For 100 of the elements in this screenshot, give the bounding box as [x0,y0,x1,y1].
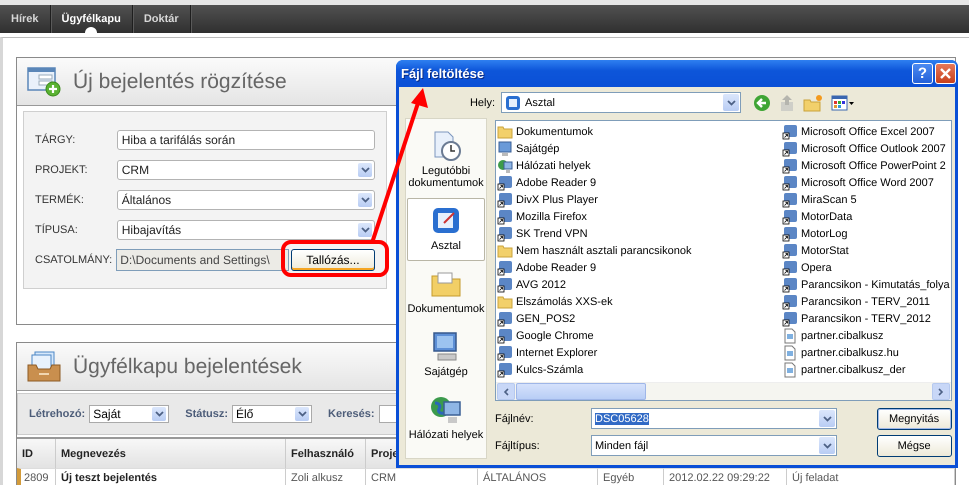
shortcut-icon [782,140,798,156]
nav-tab[interactable]: Doktár [132,5,191,33]
filetype-label: Fájltípus: [495,440,541,452]
shortcut-icon [782,260,798,276]
column-header[interactable]: ID [17,439,56,468]
filename-label: Fájlnév: [495,412,535,424]
file-name[interactable]: MotorStat [801,244,849,256]
filter-select[interactable]: Élő [232,405,312,423]
file-name[interactable]: Parancsikon - Kimutatás_folya [801,278,950,290]
file-name[interactable]: SK Trend VPN [516,228,588,240]
document-icon [782,328,798,344]
file-name[interactable]: Sajátgép [516,142,560,154]
nav-tab[interactable]: Hírek [0,5,51,33]
file-name[interactable]: Elszámolás XXS-ek [516,296,613,308]
views-icon[interactable] [831,94,855,110]
file-name[interactable]: Google Chrome [516,330,594,342]
file-name[interactable]: Hálózati helyek [516,160,591,172]
field-label: TÍPUSA: [35,224,79,236]
file-name[interactable]: Microsoft Office Excel 2007 [801,126,935,138]
file-path-field[interactable]: D:\Documents and Settings\ [116,249,289,271]
filter-select[interactable]: Saját [89,405,170,423]
close-button[interactable] [935,63,956,84]
horizontal-scrollbar[interactable] [496,382,951,400]
shortcut-icon [782,192,798,208]
panel-title: Új bejelentés rögzítése [73,70,287,94]
network-icon [497,158,513,174]
file-name[interactable]: Microsoft Office Outlook 2007 [801,142,946,154]
field-label: TÁRGY: [35,134,76,146]
select-field[interactable]: CRM [116,160,375,180]
field-label: TERMÉK: [35,194,85,206]
inbox-tray-icon [27,350,61,382]
file-name[interactable]: MotorData [801,210,852,222]
file-name[interactable]: Parancsikon - TERV_2011 [801,296,930,308]
shortcut-icon [782,124,798,140]
browse-button[interactable]: Tallózás... [290,249,375,271]
file-name[interactable]: AVG 2012 [516,278,566,290]
file-name[interactable]: Adobe Reader 9 [516,262,596,274]
table-cell: Zoli alkusz [286,468,366,485]
places-item[interactable]: Legutóbbi dokumentumok [407,123,485,198]
column-header[interactable]: Megnevezés [56,439,286,468]
file-name[interactable]: Kulcs-Számla [516,364,584,376]
open-button[interactable]: Megnyitás [876,408,952,430]
file-name[interactable]: Internet Explorer [516,346,598,358]
file-name[interactable]: DivX Plus Player [516,194,598,206]
help-button[interactable]: ? [912,63,933,84]
file-name[interactable]: MiraScan 5 [801,194,857,206]
network-icon [430,394,462,426]
file-name[interactable]: partner.cibalkusz_der [801,364,906,376]
file-name[interactable]: partner.cibalkusz [801,330,884,342]
file-name[interactable]: MotorLog [801,228,848,240]
places-item[interactable]: Asztal [407,198,485,261]
file-name[interactable]: Nem használt asztali parancsikonok [516,244,692,256]
panel-title: Ügyfélkapu bejelentések [73,354,302,378]
field-label: CSATOLMÁNY: [35,254,114,266]
location-label: Hely: [468,96,496,108]
nav-tab[interactable]: Ügyfélkapu [50,5,133,33]
places-item[interactable]: Hálózati helyek [407,387,485,450]
file-name[interactable]: GEN_POS2 [516,312,576,324]
select-field[interactable]: Általános [116,190,375,210]
file-name[interactable]: Dokumentumok [516,126,594,138]
close-icon[interactable] [940,68,951,79]
field-label: PROJEKT: [35,164,89,176]
file-name[interactable]: Parancsikon - TERV_2012 [801,312,931,324]
filetype-field[interactable]: Minden fájl [591,435,837,456]
filter-label: Keresés: [328,408,374,420]
file-name[interactable]: Opera [801,262,832,274]
table-cell: 2809 [17,468,56,485]
file-name[interactable]: Mozilla Firefox [516,210,587,222]
column-header[interactable]: Felhasználó [286,439,366,468]
shortcut-icon [782,208,798,224]
filename-field[interactable]: DSC05628 [591,408,837,429]
shortcut-icon [782,174,798,190]
shortcut-icon [782,276,798,292]
desktop-icon [505,94,521,110]
file-name[interactable]: Adobe Reader 9 [516,176,596,188]
shortcut-icon [782,294,798,310]
cancel-button[interactable]: Mégse [876,434,952,456]
location-combo[interactable]: Asztal [501,92,741,113]
scroll-right-button[interactable] [932,383,950,400]
shortcut-icon [782,158,798,174]
text-field[interactable]: Hiba a tarifálás során [116,130,375,150]
select-field[interactable]: Hibajavítás [116,220,375,240]
folder-icon [497,294,513,310]
shortcut-icon [782,242,798,258]
filter-label: Létrehozó: [29,408,86,420]
file-name[interactable]: Microsoft Office Word 2007 [801,176,934,188]
file-name[interactable]: partner.cibalkusz.hu [801,346,899,358]
file-name[interactable]: Microsoft Office PowerPoint 2 [801,160,946,172]
shortcut-icon [782,226,798,242]
scroll-left-button[interactable] [497,383,515,400]
form-add-icon [27,66,61,96]
places-item[interactable]: Sajátgép [407,324,485,387]
filter-label: Státusz: [185,408,228,420]
document-icon [782,344,798,360]
folder-icon [497,242,513,258]
folder-icon [497,124,513,140]
places-item[interactable]: Dokumentumok [407,261,485,324]
document-icon [782,362,798,378]
back-icon[interactable] [753,94,771,112]
table-cell: Új teszt bejelentés [56,468,286,485]
